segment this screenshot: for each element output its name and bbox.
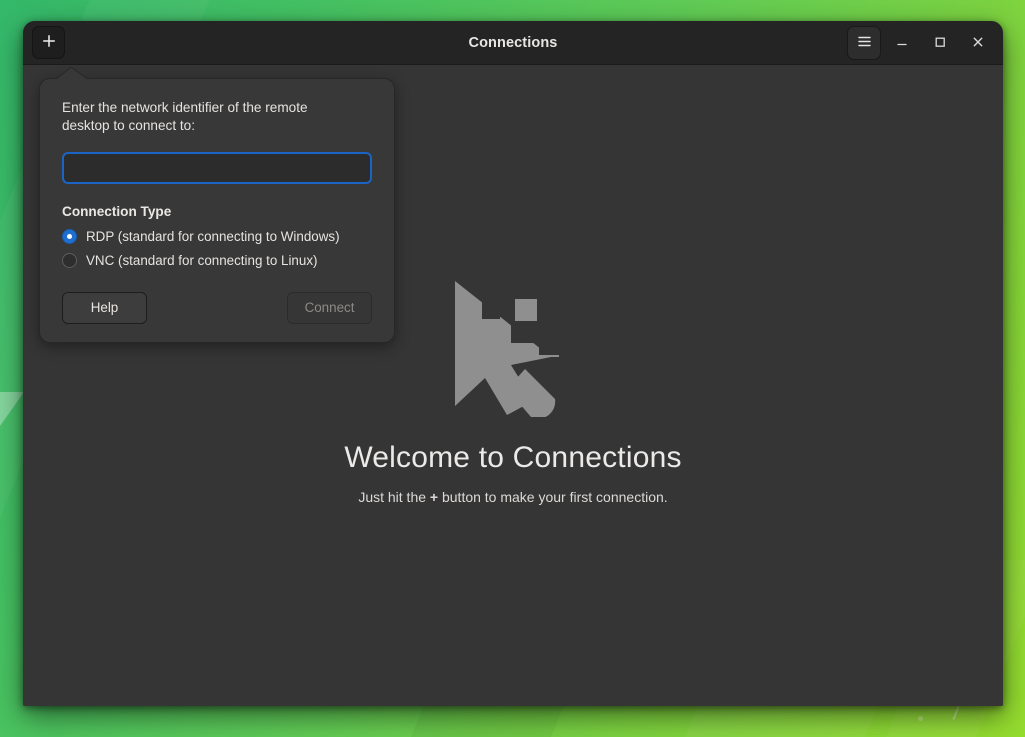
popover-tail: [55, 67, 89, 79]
hamburger-menu-icon: [856, 33, 873, 53]
minimize-icon: [894, 34, 910, 53]
popover-body: Enter the network identifier of the remo…: [39, 78, 395, 343]
wallpaper-triangle: [0, 392, 24, 426]
minimize-button[interactable]: [885, 26, 919, 60]
radio-option-rdp[interactable]: RDP (standard for connecting to Windows): [62, 226, 372, 247]
welcome-subtitle-after: button to make your first connection.: [438, 489, 668, 505]
wallpaper-dot: [918, 716, 923, 721]
host-input[interactable]: [62, 152, 372, 184]
maximize-icon: [932, 34, 948, 53]
plus-icon: [41, 33, 57, 52]
welcome-title: Welcome to Connections: [23, 441, 1003, 475]
help-button[interactable]: Help: [62, 292, 147, 324]
radio-selected-icon[interactable]: [62, 229, 77, 244]
add-connection-button[interactable]: [32, 26, 65, 59]
popover-action-row: Help Connect: [62, 292, 372, 324]
welcome-subtitle: Just hit the + button to make your first…: [23, 489, 1003, 505]
host-prompt-label: Enter the network identifier of the remo…: [62, 99, 352, 136]
connect-button: Connect: [287, 292, 372, 324]
connections-window: Connections: [23, 21, 1003, 706]
radio-option-vnc[interactable]: VNC (standard for connecting to Linux): [62, 250, 372, 271]
main-menu-button[interactable]: [847, 26, 881, 60]
welcome-subtitle-plus: +: [430, 489, 438, 505]
close-icon: [970, 34, 986, 53]
radio-unselected-icon[interactable]: [62, 253, 77, 268]
new-connection-popover: Enter the network identifier of the remo…: [39, 78, 395, 343]
connection-type-heading: Connection Type: [62, 204, 372, 219]
close-button[interactable]: [961, 26, 995, 60]
maximize-button[interactable]: [923, 26, 957, 60]
radio-label-rdp: RDP (standard for connecting to Windows): [86, 229, 340, 244]
welcome-subtitle-before: Just hit the: [358, 489, 430, 505]
window-headerbar: Connections: [23, 21, 1003, 65]
radio-label-vnc: VNC (standard for connecting to Linux): [86, 253, 317, 268]
window-controls: [847, 26, 995, 60]
